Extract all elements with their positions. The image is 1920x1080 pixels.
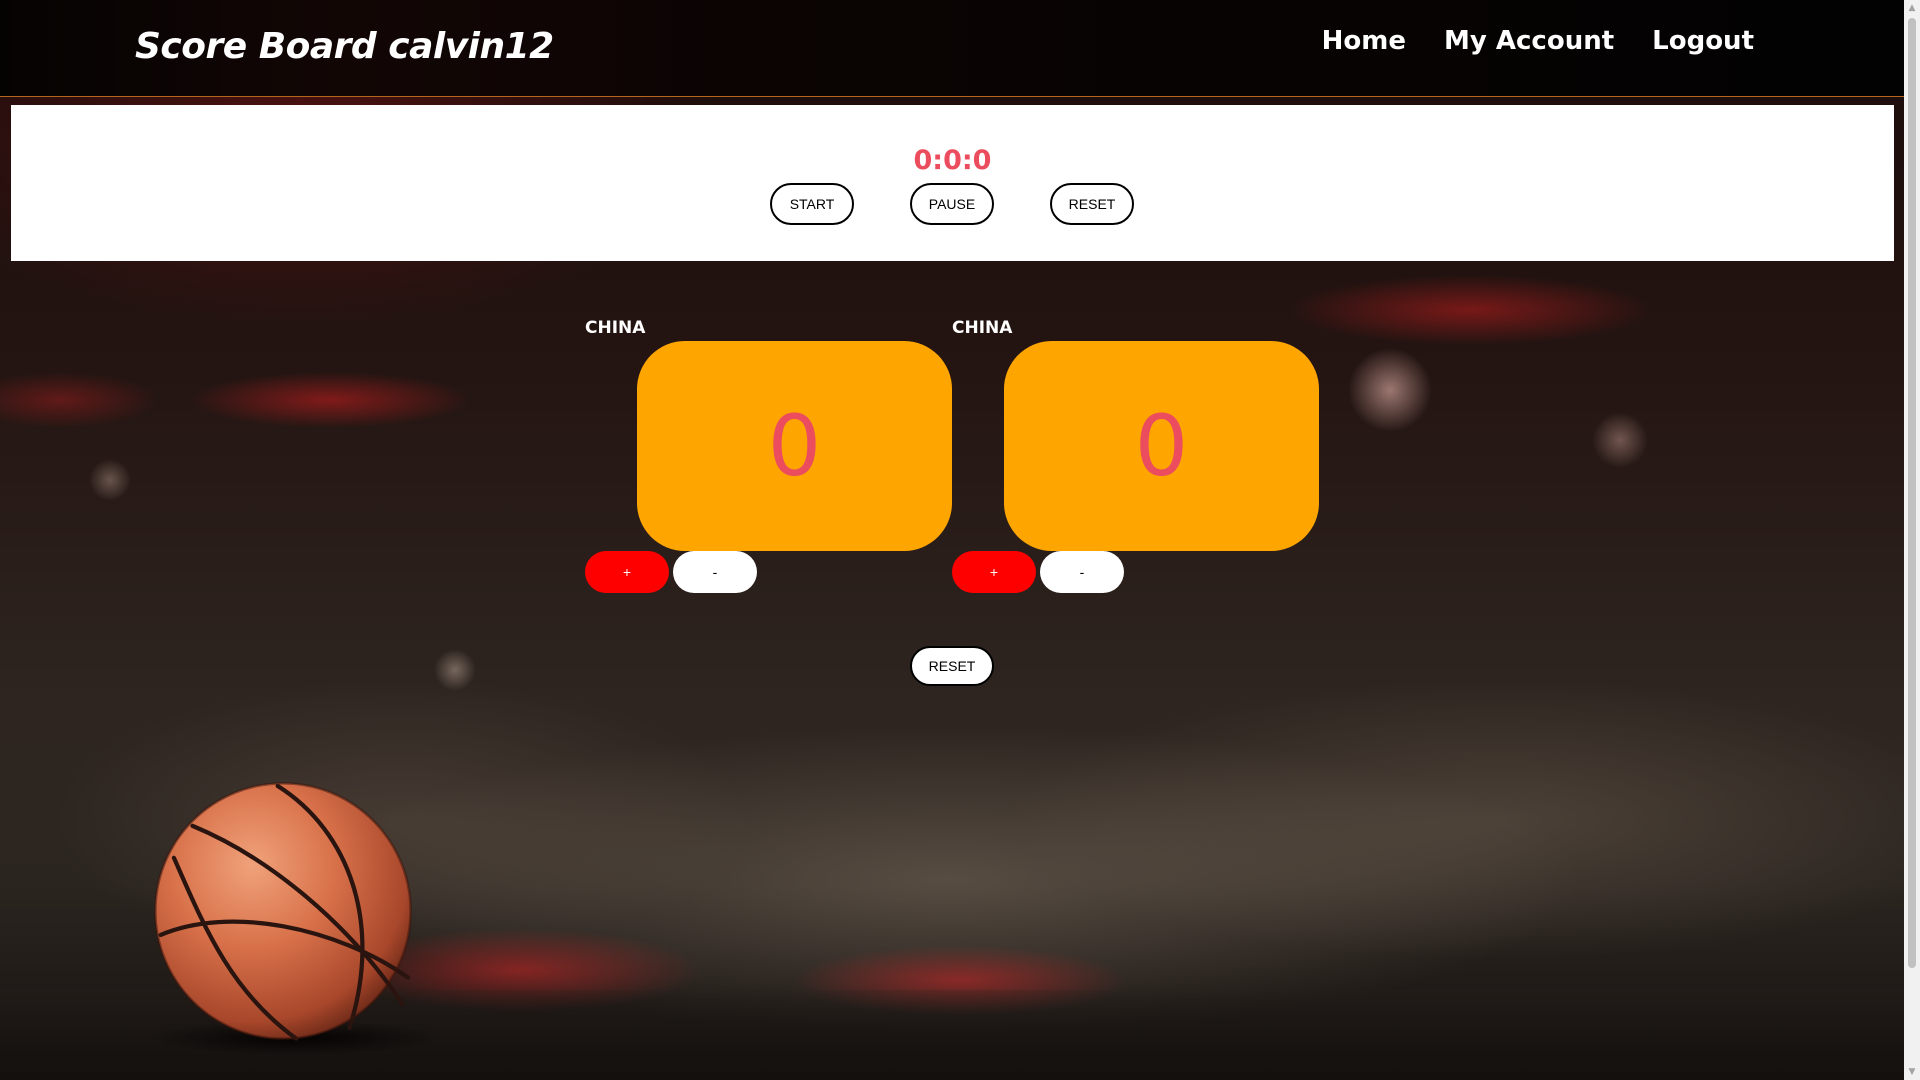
scroll-up-arrow-icon[interactable]: ▲	[1904, 0, 1920, 16]
team-1-score: 0	[637, 341, 952, 551]
scroll-down-arrow-icon[interactable]: ▼	[1904, 1064, 1920, 1080]
timer-reset-button[interactable]: RESET	[1050, 183, 1134, 225]
top-header: Score Board calvin12 Home My Account Log…	[0, 0, 1904, 97]
timer-display: 0:0:0	[913, 145, 992, 176]
team-1-minus-button[interactable]: -	[673, 551, 757, 593]
nav-home-link[interactable]: Home	[1322, 26, 1406, 56]
team-2-score: 0	[1004, 341, 1319, 551]
team-1-plus-button[interactable]: +	[585, 551, 669, 593]
main-nav: Home My Account Logout	[1322, 26, 1754, 56]
team-2-plus-button[interactable]: +	[952, 551, 1036, 593]
page-scrollbar[interactable]: ▲ ▼	[1904, 0, 1920, 1080]
timer-pause-button[interactable]: PAUSE	[910, 183, 994, 225]
site-title: Score Board calvin12	[135, 26, 554, 67]
team-2-name: CHINA	[952, 318, 1013, 338]
team-1-name: CHINA	[585, 318, 646, 338]
reset-scores-button[interactable]: RESET	[910, 646, 994, 686]
scrollbar-thumb[interactable]	[1908, 18, 1916, 968]
timer-panel: 0:0:0 START PAUSE RESET	[11, 105, 1894, 261]
nav-logout-link[interactable]: Logout	[1652, 26, 1754, 56]
team-2-minus-button[interactable]: -	[1040, 551, 1124, 593]
basketball-icon	[153, 781, 413, 1041]
nav-my-account-link[interactable]: My Account	[1444, 26, 1614, 56]
timer-start-button[interactable]: START	[770, 183, 854, 225]
